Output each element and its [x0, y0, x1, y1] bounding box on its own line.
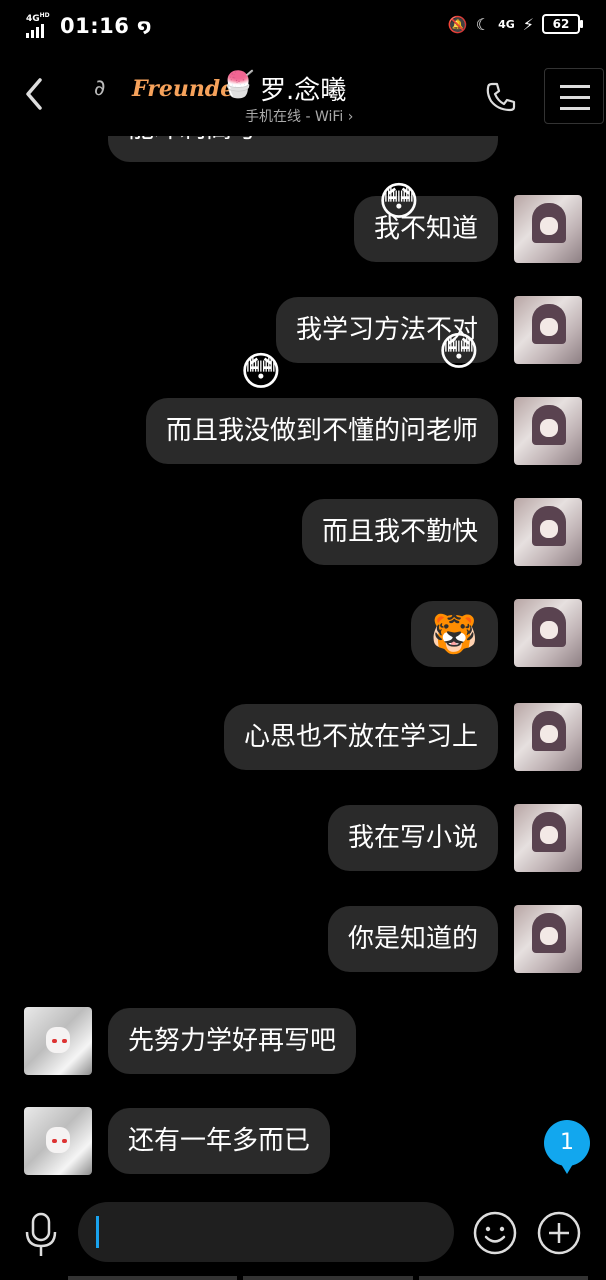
my-avatar[interactable]	[514, 195, 582, 263]
freunde-badge: Freunde	[132, 76, 235, 102]
my-avatar[interactable]	[514, 599, 582, 667]
signal-icon: 4GHD	[26, 12, 52, 38]
message-bubble[interactable]: 你是知道的	[327, 906, 498, 972]
message-bubble[interactable]: 还有一年多而已	[108, 1108, 331, 1174]
call-button[interactable]	[484, 80, 518, 114]
message-bubble[interactable]: 先努力学好再写吧	[108, 1008, 357, 1074]
back-button[interactable]	[18, 74, 50, 114]
microphone-icon	[25, 1212, 57, 1256]
message-bubble[interactable]: 我在写小说	[327, 805, 498, 871]
phone-icon	[486, 82, 516, 112]
plus-icon	[537, 1211, 581, 1255]
message-input[interactable]	[78, 1202, 454, 1262]
chevron-left-icon	[26, 78, 42, 110]
my-avatar[interactable]	[514, 703, 582, 771]
menu-button[interactable]	[544, 68, 604, 124]
flying-emoji: 😳	[378, 179, 420, 225]
notification-swirl-icon: ໑	[137, 15, 152, 37]
message-bubble[interactable]: 心思也不放在学习上	[223, 704, 498, 770]
input-bar	[0, 1190, 606, 1280]
network-indicator: 4G	[498, 17, 515, 31]
emoji-button[interactable]	[472, 1210, 518, 1256]
contact-name[interactable]: 罗.念曦	[260, 70, 346, 107]
my-avatar[interactable]	[514, 296, 582, 364]
voice-button[interactable]	[22, 1210, 60, 1258]
message-bubble[interactable]: 而且我不勤快	[301, 499, 498, 565]
flying-emoji: 😳	[240, 349, 282, 395]
sticker-bubble[interactable]: 🐯	[410, 601, 498, 667]
contact-avatar[interactable]	[24, 1107, 92, 1175]
contact-avatar[interactable]	[24, 1007, 92, 1075]
my-avatar[interactable]	[514, 905, 582, 973]
clock: 01:16	[60, 14, 130, 38]
unread-badge[interactable]: 1	[544, 1120, 590, 1174]
battery-indicator: 62	[542, 14, 583, 34]
status-bar: 4GHD 01:16 ໑ 🔕 ☾ 4G ⚡ 62	[0, 0, 606, 56]
message-bubble[interactable]: 我不知道	[353, 196, 498, 262]
my-avatar[interactable]	[514, 804, 582, 872]
charging-icon: ⚡	[522, 14, 534, 34]
mute-bell-icon: 🔕	[447, 14, 468, 34]
chat-area[interactable]: 能冲刺高考 我不知道 我学习方法不对 而且我没做到不懂的问老师 而且我不勤快 🐯…	[0, 0, 606, 1190]
gesture-bar	[68, 1276, 588, 1280]
flying-emoji: 😳	[438, 329, 480, 375]
icecream-icon: 🍧	[222, 70, 255, 100]
chat-header: ∂ Freunde 🍧 罗.念曦 手机在线 - WiFi ›	[0, 56, 606, 136]
online-status[interactable]: 手机在线 - WiFi ›	[245, 106, 353, 126]
more-button[interactable]	[536, 1210, 582, 1256]
ear-icon[interactable]: ∂	[94, 76, 105, 101]
smiley-icon	[473, 1211, 517, 1255]
my-avatar[interactable]	[514, 397, 582, 465]
my-avatar[interactable]	[514, 498, 582, 566]
moon-icon: ☾	[475, 14, 491, 34]
text-caret	[96, 1216, 99, 1248]
message-bubble[interactable]: 而且我没做到不懂的问老师	[145, 398, 498, 464]
